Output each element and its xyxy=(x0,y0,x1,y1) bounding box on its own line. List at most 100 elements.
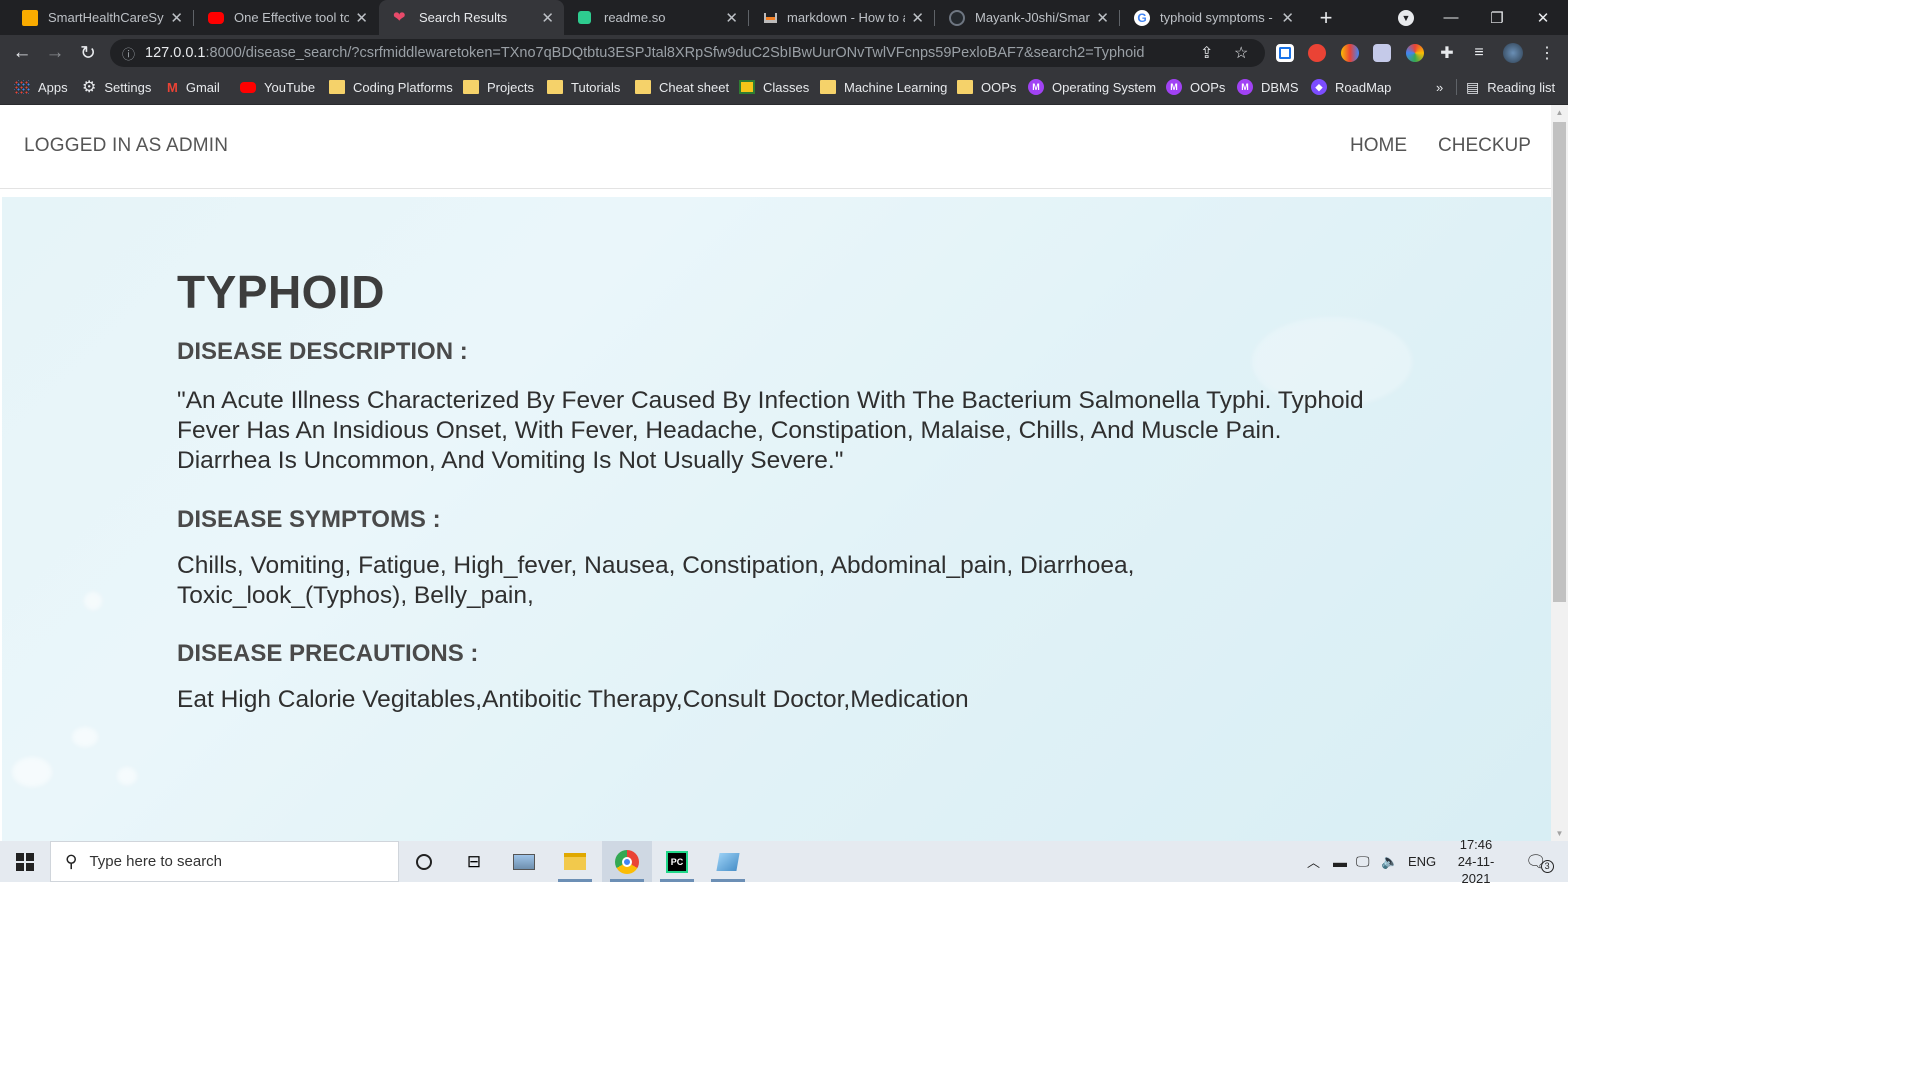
close-icon[interactable]: ✕ xyxy=(541,9,554,27)
bookmark-label: Apps xyxy=(38,79,68,95)
scroll-down-icon[interactable]: ▼ xyxy=(1551,826,1568,841)
bookmark-cheat-sheet[interactable]: Cheat sheet xyxy=(635,71,729,103)
restore-icon[interactable]: ❐ xyxy=(1474,0,1520,35)
tab-github[interactable]: Mayank-J0shi/Smart_I ✕ xyxy=(935,0,1119,35)
extension-chrome-icon[interactable] xyxy=(1406,44,1424,62)
pycharm-icon[interactable]: PC xyxy=(652,841,702,882)
google-icon: G xyxy=(1134,9,1150,26)
tab-title: markdown - How to a xyxy=(787,10,906,25)
reload-icon[interactable]: ↻ xyxy=(72,35,104,71)
task-view-icon[interactable]: ⊟ xyxy=(449,841,499,882)
browser-toolbar: ← → ↻ ⓘ 127.0.0.1:8000/disease_search/?c… xyxy=(0,35,1568,71)
back-icon[interactable]: ← xyxy=(6,35,38,71)
nav-checkup-link[interactable]: CHECKUP xyxy=(1438,135,1531,157)
profile-avatar[interactable] xyxy=(1503,43,1523,63)
photos-app-icon[interactable] xyxy=(499,841,549,882)
bookmark-oops[interactable]: M OOPs xyxy=(1166,71,1225,103)
volume-icon[interactable]: 🔈 xyxy=(1381,841,1398,882)
close-icon[interactable]: ✕ xyxy=(170,9,183,27)
bookmark-projects[interactable]: Projects xyxy=(463,71,534,103)
url-path: :8000/disease_search/?csrfmiddlewaretoke… xyxy=(205,45,1145,61)
tab-search-icon[interactable]: ▼ xyxy=(1383,0,1429,35)
tab-readme[interactable]: readme.so ✕ xyxy=(564,0,748,35)
forward-icon[interactable]: → xyxy=(39,35,71,71)
language-indicator[interactable]: ENG xyxy=(1408,841,1436,882)
search-icon: ⚲ xyxy=(65,851,78,871)
m-icon: M xyxy=(1028,79,1044,95)
bookmark-operating-system[interactable]: M Operating System xyxy=(1028,71,1156,103)
decorative-splash xyxy=(12,757,52,787)
bookmark-label: Cheat sheet xyxy=(659,79,730,95)
scroll-up-icon[interactable]: ▲ xyxy=(1551,105,1568,120)
bookmark-apps[interactable]: Apps xyxy=(14,71,68,103)
site-info-icon[interactable]: ⓘ xyxy=(122,44,142,63)
bookmark-coding-platforms[interactable]: Coding Platforms xyxy=(329,71,453,103)
readme-icon xyxy=(578,11,591,24)
network-icon[interactable]: 🖵 xyxy=(1356,841,1370,882)
extension-color-icon[interactable] xyxy=(1341,44,1359,62)
taskbar-search-box[interactable]: ⚲ Type here to search xyxy=(50,841,399,882)
extension-screen-icon[interactable] xyxy=(1373,44,1391,62)
bookmark-tutorials[interactable]: Tutorials xyxy=(547,71,620,103)
windows-start-icon[interactable] xyxy=(0,841,50,882)
close-icon[interactable]: ✕ xyxy=(911,9,924,27)
navbar-brand[interactable]: LOGGED IN AS ADMIN xyxy=(24,135,228,157)
bookmark-oops-folder[interactable]: OOPs xyxy=(957,71,1016,103)
bookmark-settings[interactable]: ⚙ Settings xyxy=(82,71,151,103)
bookmark-gmail[interactable]: M Gmail xyxy=(167,71,220,103)
extension-analytics-icon[interactable] xyxy=(1276,44,1294,62)
url-text[interactable]: 127.0.0.1:8000/disease_search/?csrfmiddl… xyxy=(145,45,1205,61)
address-bar[interactable]: ⓘ 127.0.0.1:8000/disease_search/?csrfmid… xyxy=(110,39,1265,67)
reading-list-label: Reading list xyxy=(1487,79,1556,95)
cortana-icon[interactable] xyxy=(399,841,449,882)
page-scrollbar[interactable]: ▲ ▼ xyxy=(1551,105,1568,841)
youtube-icon xyxy=(208,11,224,24)
tray-expand-icon[interactable]: ︿ xyxy=(1307,841,1320,882)
window-close-icon[interactable]: ✕ xyxy=(1520,0,1566,35)
tab-youtube-video[interactable]: One Effective tool to c ✕ xyxy=(194,0,378,35)
bookmark-classes[interactable]: Classes xyxy=(739,71,809,103)
tab-stackoverflow[interactable]: markdown - How to a ✕ xyxy=(750,0,934,35)
file-explorer-icon[interactable] xyxy=(550,841,600,882)
bookmark-label: RoadMap xyxy=(1335,79,1392,95)
classroom-icon xyxy=(739,80,755,94)
notes-app-icon[interactable] xyxy=(703,841,753,882)
bookmark-label: Gmail xyxy=(185,79,220,95)
clock[interactable]: 17:46 24-11-2021 xyxy=(1445,837,1507,886)
bookmark-label: Coding Platforms xyxy=(353,79,453,95)
reading-list[interactable]: ▤ Reading list xyxy=(1466,71,1555,103)
extension-red-icon[interactable] xyxy=(1308,44,1326,62)
tab-smarthealthcare[interactable]: SmartHealthCareSyste ✕ xyxy=(8,0,193,35)
notifications-icon[interactable]: 🗨 3 xyxy=(1525,841,1554,882)
close-icon[interactable]: ✕ xyxy=(725,9,738,27)
windows-taskbar: ⚲ Type here to search ⊟ PC ︿ ▬ 🖵 🔈 ENG 1… xyxy=(0,837,1568,886)
media-queue-icon[interactable]: ≡ xyxy=(1463,35,1495,71)
menu-dots-icon[interactable]: ⋮ xyxy=(1531,35,1563,71)
nav-home-link[interactable]: HOME xyxy=(1350,135,1407,157)
bookmark-label: OOPs xyxy=(1190,79,1226,95)
bookmark-roadmap[interactable]: ◆ RoadMap xyxy=(1311,71,1391,103)
tab-strip: SmartHealthCareSyste ✕ One Effective too… xyxy=(0,0,1568,35)
tab-search-results[interactable]: ❤ Search Results ✕ xyxy=(379,0,564,35)
close-icon[interactable]: ✕ xyxy=(1281,9,1294,27)
new-tab-icon[interactable]: + xyxy=(1303,0,1349,35)
bookmark-star-icon[interactable]: ☆ xyxy=(1234,43,1248,63)
bookmark-youtube[interactable]: YouTube xyxy=(240,71,315,103)
gear-icon: ⚙ xyxy=(82,79,97,96)
clock-time: 17:46 xyxy=(1459,837,1493,852)
minimize-icon[interactable]: — xyxy=(1428,0,1474,35)
chrome-taskbar-icon[interactable] xyxy=(602,841,652,882)
scrollbar-thumb[interactable] xyxy=(1553,122,1566,602)
battery-icon[interactable]: ▬ xyxy=(1333,841,1347,882)
bookmark-dbms[interactable]: M DBMS xyxy=(1237,71,1299,103)
share-icon[interactable]: ⇪ xyxy=(1200,43,1213,63)
close-icon[interactable]: ✕ xyxy=(1096,9,1109,27)
tab-title: typhoid symptoms - G xyxy=(1160,10,1276,25)
tab-title: One Effective tool to c xyxy=(234,10,350,25)
bookmarks-overflow-icon[interactable]: » xyxy=(1436,71,1443,103)
tab-google-search[interactable]: G typhoid symptoms - G ✕ xyxy=(1120,0,1304,35)
close-icon[interactable]: ✕ xyxy=(355,9,368,27)
bookmark-machine-learning[interactable]: Machine Learning xyxy=(820,71,947,103)
notification-count: 3 xyxy=(1540,860,1554,873)
extensions-puzzle-icon[interactable]: ✚ xyxy=(1431,35,1463,71)
